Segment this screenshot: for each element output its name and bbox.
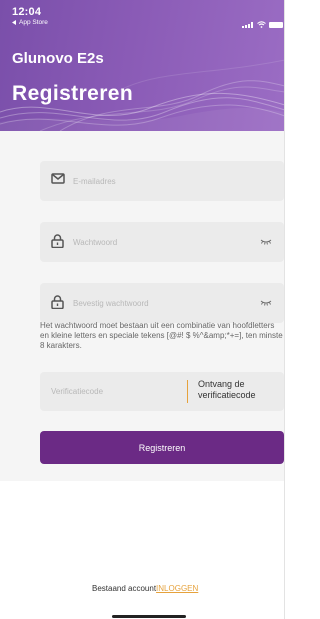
verification-code-input[interactable]: Verificatiecode [51, 387, 103, 396]
confirm-password-field[interactable]: Bevestig wachtwoord [40, 283, 284, 323]
status-time: 12:04 [12, 6, 42, 18]
password-field[interactable]: Wachtwoord [40, 222, 284, 262]
status-icons [242, 21, 283, 28]
lock-icon [51, 295, 64, 309]
back-triangle-icon [12, 20, 16, 25]
register-screen: 12:04 App Store Glunovo E2s Registreren [0, 0, 285, 619]
edge-divider [284, 0, 285, 619]
eye-closed-icon[interactable] [260, 300, 272, 306]
login-link[interactable]: INLOGGEN [156, 584, 198, 593]
back-app-label: App Store [19, 19, 48, 26]
signal-icon [242, 21, 254, 28]
lock-icon [51, 234, 64, 248]
status-bar: 12:04 App Store [12, 6, 48, 26]
confirm-password-placeholder: Bevestig wachtwoord [73, 299, 149, 308]
password-placeholder: Wachtwoord [73, 238, 118, 247]
app-name: Glunovo E2s [12, 50, 104, 67]
verification-divider [187, 380, 188, 403]
existing-account-label: Bestaand account [92, 584, 157, 593]
verification-row: Verificatiecode Ontvang de verificatieco… [40, 372, 284, 411]
eye-closed-icon[interactable] [260, 239, 272, 245]
email-field[interactable]: E-mailadres [40, 161, 284, 201]
register-button[interactable]: Registreren [40, 431, 284, 464]
back-to-app[interactable]: App Store [12, 19, 48, 26]
home-indicator[interactable] [112, 615, 186, 618]
footer: Bestaand accountINLOGGEN [92, 584, 198, 593]
password-hint: Het wachtwoord moet bestaan uit een comb… [40, 321, 283, 350]
wifi-icon [257, 21, 266, 28]
mail-icon [51, 173, 65, 184]
page-title: Registreren [12, 82, 134, 105]
get-verification-code-button[interactable]: Ontvang de verificatiecode [198, 379, 278, 401]
email-placeholder: E-mailadres [73, 177, 116, 186]
header: 12:04 App Store Glunovo E2s Registreren [0, 0, 285, 131]
battery-icon [269, 21, 283, 28]
